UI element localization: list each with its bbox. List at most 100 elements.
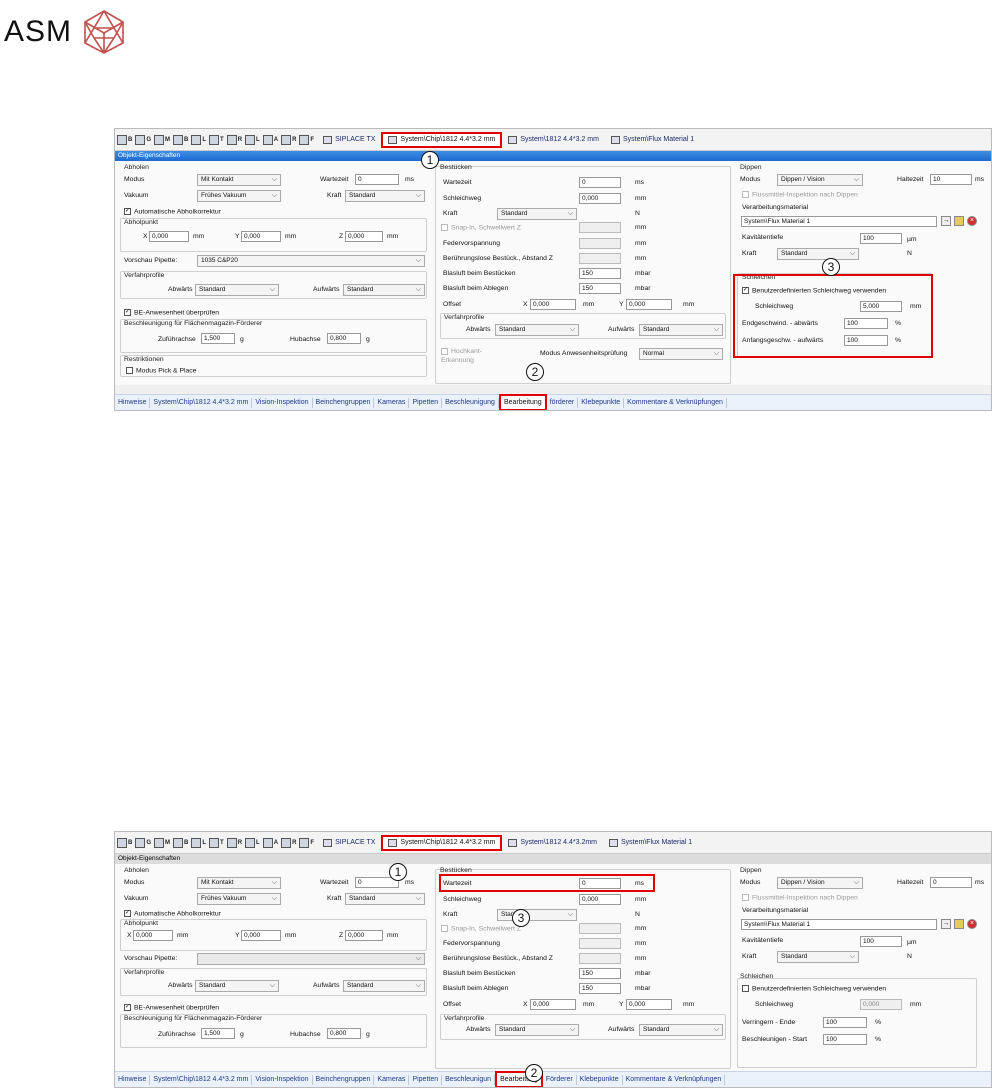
tab-klebepunkte[interactable]: Klebepunkte: [578, 397, 625, 408]
abwaerts-select[interactable]: Standard ⌵: [195, 284, 279, 296]
be-anwesenheit[interactable]: ✓ BE-Anwesenheit überprüfen: [124, 309, 219, 316]
tab-hinweise[interactable]: Hinweise: [115, 1074, 151, 1085]
tab-foerderer[interactable]: Förderer: [543, 1074, 577, 1085]
blas-b-input[interactable]: 150: [579, 968, 621, 979]
tb-a-icon[interactable]: A: [262, 837, 278, 849]
hub-input[interactable]: 0,800: [327, 333, 361, 344]
offset-x-input[interactable]: 0,000: [530, 299, 576, 310]
abholpunkt-x-input[interactable]: 0,000: [149, 231, 189, 242]
kav-input[interactable]: 100: [860, 233, 902, 244]
kraft-select[interactable]: Standard ⌵: [345, 893, 425, 905]
auto-abholkorrektur[interactable]: ✓ Automatische Abholkorrektur: [124, 910, 221, 917]
feder-input[interactable]: [579, 938, 621, 949]
abholpunkt-y-input[interactable]: 0,000: [241, 930, 281, 941]
tab-siplace[interactable]: SIPLACE TX: [317, 835, 381, 851]
tab-chip[interactable]: System\Chip\1812 4.4*3.2 mm: [381, 131, 503, 148]
tb-l-icon[interactable]: L: [191, 837, 206, 849]
abholpunkt-z-input[interactable]: 0,000: [345, 231, 383, 242]
arrow-right-icon[interactable]: →: [941, 919, 951, 929]
haltezeit-input[interactable]: 0: [930, 877, 972, 888]
tab-chip[interactable]: System\Chip\1812 4.4*3.2 mm: [381, 834, 503, 851]
tab-pipetten[interactable]: Pipetten: [409, 397, 443, 408]
tab-beschleunigung[interactable]: Beschleunigun: [442, 1074, 496, 1085]
tb-l2-icon[interactable]: L: [245, 134, 260, 146]
flussmittel-inspektion[interactable]: Flussmittel-Inspektion nach Dippen: [742, 191, 858, 198]
tb-b-icon[interactable]: B: [173, 134, 188, 146]
abwaerts-select[interactable]: Standard ⌵: [195, 980, 279, 992]
b-aufwaerts-select[interactable]: Standard ⌵: [639, 324, 723, 336]
tab-component[interactable]: System\1812 4.4*3.2 mm: [502, 132, 605, 148]
tab-chip-bottom[interactable]: System\Chip\1812 4.4*3.2 mm: [150, 397, 253, 408]
snap-in[interactable]: Snap-In, Schwellwert Z: [441, 925, 521, 932]
tab-beinchen[interactable]: Beinchengruppen: [313, 397, 375, 408]
tab-chip-bottom[interactable]: System\Chip\1812 4.4*3.2 mm: [150, 1074, 253, 1085]
abholpunkt-x-input[interactable]: 0,000: [133, 930, 173, 941]
hub-input[interactable]: 0,800: [327, 1028, 361, 1039]
tab-vision[interactable]: Vision-Inspektion: [252, 397, 313, 408]
tb-a-icon[interactable]: A: [262, 134, 278, 146]
verarb-input[interactable]: System\Flux Material 1: [741, 919, 937, 930]
kav-input[interactable]: 100: [860, 936, 902, 947]
anf-input[interactable]: 100: [823, 1034, 867, 1045]
hochkant[interactable]: Hochkant- Erkennung: [441, 347, 482, 365]
tb-module-icon[interactable]: M: [154, 837, 170, 849]
wartezeit-input[interactable]: 0: [355, 174, 399, 185]
b-kraft-select[interactable]: Standard⌵: [497, 208, 577, 220]
tb-module-icon[interactable]: M: [154, 134, 170, 146]
tb-r2-icon[interactable]: R: [281, 837, 296, 849]
b-kraft-select[interactable]: Standard⌵: [497, 909, 577, 921]
tab-pipetten[interactable]: Pipetten: [409, 1074, 443, 1085]
tb-t-icon[interactable]: T: [209, 837, 224, 849]
tab-kameras[interactable]: Kameras: [374, 397, 410, 408]
beruehr-input[interactable]: [579, 253, 621, 264]
abholpunkt-y-input[interactable]: 0,000: [241, 231, 281, 242]
tb-b-icon[interactable]: B: [173, 837, 188, 849]
folder-icon[interactable]: [954, 216, 964, 226]
tab-flux[interactable]: System\Flux Material 1: [603, 835, 698, 851]
d-kraft-select[interactable]: Standard ⌵: [777, 248, 859, 260]
benutzerdef-schleichweg[interactable]: Benutzerdefinierten Schleichweg verwende…: [742, 985, 886, 992]
d-kraft-select[interactable]: Standard ⌵: [777, 951, 859, 963]
tb-r-icon[interactable]: R: [226, 837, 242, 849]
modus-select[interactable]: Mit Kontakt ⌵: [197, 174, 281, 186]
b-schleichweg-input[interactable]: 0,000: [579, 193, 621, 204]
tb-l-icon[interactable]: L: [191, 134, 206, 146]
tb-r-icon[interactable]: R: [226, 134, 242, 146]
tb-board-icon[interactable]: B: [117, 134, 132, 146]
kraft-select[interactable]: Standard ⌵: [345, 190, 425, 202]
tb-board-icon[interactable]: B: [117, 837, 132, 849]
tab-klebepunkte[interactable]: Klebepunkte: [577, 1074, 623, 1085]
aufwaerts-select[interactable]: Standard ⌵: [343, 980, 425, 992]
end-input[interactable]: 100: [823, 1017, 867, 1028]
b-abwaerts-select[interactable]: Standard ⌵: [495, 324, 579, 336]
offset-x-input[interactable]: 0,000: [530, 999, 576, 1010]
aufwaerts-select[interactable]: Standard ⌵: [343, 284, 425, 296]
abholpunkt-z-input[interactable]: 0,000: [345, 930, 383, 941]
tb-r2-icon[interactable]: R: [281, 134, 296, 146]
offset-y-input[interactable]: 0,000: [626, 999, 672, 1010]
b-schleichweg-input[interactable]: 0,000: [579, 894, 621, 905]
blas-a-input[interactable]: 150: [579, 983, 621, 994]
blas-a-input[interactable]: 150: [579, 283, 621, 294]
auto-abholkorrektur[interactable]: ✓ Automatische Abholkorrektur: [124, 208, 221, 215]
d-modus-select[interactable]: Dippen / Vision ⌵: [777, 174, 863, 186]
b-wartezeit-input[interactable]: 0: [579, 177, 621, 188]
blas-b-input[interactable]: 150: [579, 268, 621, 279]
s-schleichweg-input[interactable]: 0,000: [860, 999, 902, 1010]
d-modus-select[interactable]: Dippen / Vision ⌵: [777, 877, 863, 889]
zufuhr-input[interactable]: 1,500: [201, 1028, 235, 1039]
beruehr-input[interactable]: [579, 953, 621, 964]
be-anwesenheit[interactable]: ✓ BE-Anwesenheit überprüfen: [124, 1004, 219, 1011]
tb-group-icon[interactable]: G: [135, 837, 151, 849]
tb-f-icon[interactable]: F: [299, 134, 314, 146]
tab-kameras[interactable]: Kameras: [374, 1074, 410, 1085]
snap-in[interactable]: Snap-In, Schwellwert Z: [441, 224, 521, 231]
tab-siplace[interactable]: SIPLACE TX: [317, 132, 381, 148]
b-abwaerts-select[interactable]: Standard ⌵: [495, 1024, 579, 1036]
vakuum-select[interactable]: Frühes Vakuum ⌵: [197, 190, 281, 202]
tab-beschleunigung[interactable]: Beschleunigung: [442, 397, 499, 408]
tab-kommentare[interactable]: Kommentare & Verknüpfungen: [623, 1074, 726, 1085]
vakuum-select[interactable]: Frühes Vakuum ⌵: [197, 893, 281, 905]
tab-kommentare[interactable]: Kommentare & Verknüpfungen: [624, 397, 727, 408]
folder-icon[interactable]: [954, 919, 964, 929]
